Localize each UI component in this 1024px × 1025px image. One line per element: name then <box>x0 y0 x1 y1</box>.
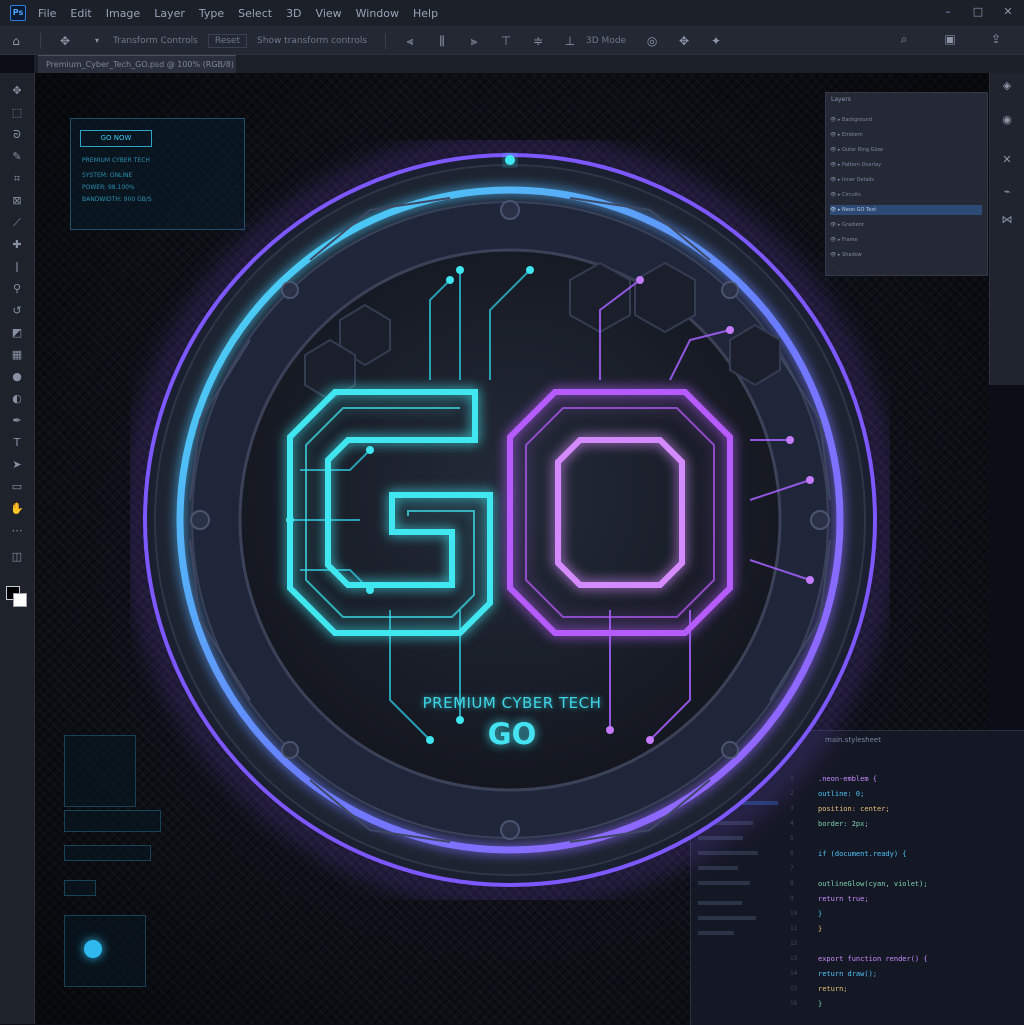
quick-mask-icon[interactable]: ◫ <box>9 549 25 565</box>
line-number: 14 <box>790 970 798 977</box>
pen-icon[interactable]: ✒ <box>9 413 25 429</box>
panel-dock: ◈ ◉ ✕ ⌁ ⋈ <box>989 73 1024 385</box>
history-brush-icon[interactable]: ↺ <box>9 303 25 319</box>
menu-help[interactable]: Help <box>413 7 438 20</box>
menu-window[interactable]: Window <box>356 7 399 20</box>
emblem-subtitle: GO <box>487 717 537 751</box>
workspace-icon[interactable]: ▣ <box>943 32 957 46</box>
hud-line: POWER: 98.100% <box>82 184 135 191</box>
move-tool-icon[interactable]: ✥ <box>58 34 72 48</box>
align-left-icon[interactable]: ⫷ <box>403 34 417 48</box>
healing-icon[interactable]: ✚ <box>9 237 25 253</box>
pan-icon[interactable]: ✦ <box>709 34 723 48</box>
menu-view[interactable]: View <box>316 7 342 20</box>
layer-row[interactable]: 👁 ▸ Background <box>830 115 982 125</box>
blur-icon[interactable]: ● <box>9 369 25 385</box>
menu-layer[interactable]: Layer <box>154 7 185 20</box>
frame-icon[interactable]: ⊠ <box>9 193 25 209</box>
hud-widget <box>64 915 146 987</box>
options-right: ⌕ ▣ ⇪ <box>888 32 1012 46</box>
quick-select-icon[interactable]: ✎ <box>9 149 25 165</box>
menu-file[interactable]: File <box>38 7 56 20</box>
align-right-icon[interactable]: ⫸ <box>467 34 481 48</box>
dodge-icon[interactable]: ◐ <box>9 391 25 407</box>
type-icon[interactable]: T <box>9 435 25 451</box>
emblem-graphic <box>130 140 890 900</box>
hud-widget <box>64 735 136 807</box>
search-icon[interactable]: ⌕ <box>897 32 911 46</box>
divider <box>385 32 387 49</box>
line-number: 11 <box>790 925 798 932</box>
zoom-icon[interactable]: ⋯ <box>9 523 25 539</box>
align-center-icon[interactable]: ⫼ <box>435 34 449 48</box>
adjustments-icon[interactable]: ◉ <box>1000 113 1014 127</box>
menu-3d[interactable]: 3D <box>286 7 301 20</box>
hand-icon[interactable]: ✋ <box>9 501 25 517</box>
path-select-icon[interactable]: ➤ <box>9 457 25 473</box>
code-line: } <box>818 1000 823 1008</box>
gradient-icon[interactable]: ▦ <box>9 347 25 363</box>
menu-type[interactable]: Type <box>199 7 224 20</box>
shape-icon[interactable]: ▭ <box>9 479 25 495</box>
menu-image[interactable]: Image <box>106 7 140 20</box>
menu-edit[interactable]: Edit <box>70 7 91 20</box>
share-icon[interactable]: ⇪ <box>989 32 1003 46</box>
file-tree-item[interactable] <box>698 916 756 920</box>
brush-icon[interactable]: ǀ <box>9 259 25 275</box>
paths-icon[interactable]: ⌁ <box>1000 185 1014 199</box>
align-middle-icon[interactable]: ≑ <box>531 34 545 48</box>
marquee-icon[interactable]: ⬚ <box>9 105 25 121</box>
layer-row[interactable]: 👁 ▸ Emblem <box>830 130 982 140</box>
line-number: 12 <box>790 940 798 947</box>
file-tree-item[interactable] <box>698 931 734 935</box>
code-line: return; <box>818 985 848 993</box>
eyedropper-icon[interactable]: ⟋ <box>9 215 25 231</box>
maximize-icon[interactable]: □ <box>972 6 984 18</box>
line-number: 15 <box>790 985 798 992</box>
transform-controls-checkbox[interactable]: Transform Controls <box>113 36 198 46</box>
show-transform-checkbox[interactable]: Show transform controls <box>257 36 367 46</box>
chevron-down-icon[interactable]: ▾ <box>90 34 104 48</box>
roll-icon[interactable]: ✥ <box>677 34 691 48</box>
hud-line: SYSTEM: ONLINE <box>82 172 133 179</box>
home-icon[interactable]: ⌂ <box>9 34 23 48</box>
file-tree-item[interactable] <box>698 901 742 905</box>
ring-top-dot <box>505 155 515 165</box>
background-color-swatch[interactable] <box>13 593 27 607</box>
line-number: 13 <box>790 955 798 962</box>
hud-widget <box>64 880 96 896</box>
align-bottom-icon[interactable]: ⊥ <box>563 34 577 48</box>
code-line: } <box>818 925 823 933</box>
properties-icon[interactable]: ✕ <box>1000 153 1014 167</box>
line-number: 10 <box>790 910 798 917</box>
code-line: } <box>818 910 823 918</box>
tab-document[interactable]: Premium_Cyber_Tech_GO.psd @ 100% (RGB/8) <box>38 55 236 73</box>
libraries-icon[interactable]: ◈ <box>1000 79 1014 93</box>
orbit-icon[interactable]: ◎ <box>645 34 659 48</box>
status-light <box>84 940 102 958</box>
tools-panel: ✥ ⬚ ᘐ ✎ ⌗ ⊠ ⟋ ✚ ǀ ⚲ ↺ ◩ ▦ ● ◐ ✒ T ➤ ▭ ✋ … <box>0 73 35 1024</box>
eraser-icon[interactable]: ◩ <box>9 325 25 341</box>
line-number: 16 <box>790 1000 798 1007</box>
divider <box>40 32 41 49</box>
emblem-tagline: PREMIUM CYBER TECH <box>422 694 602 712</box>
reset-dropdown[interactable]: Reset <box>207 33 248 48</box>
menu-bar: Ps File Edit Image Layer Type Select 3D … <box>0 0 1024 27</box>
window-controls: – □ ✕ <box>942 6 1014 18</box>
menu-select[interactable]: Select <box>238 7 272 20</box>
stamp-icon[interactable]: ⚲ <box>9 281 25 297</box>
code-line: export function render() { <box>818 955 928 963</box>
code-line: return draw(); <box>818 970 878 978</box>
options-bar: ⌂ ✥ ▾ Transform Controls Reset Show tran… <box>0 27 1024 55</box>
move-icon[interactable]: ✥ <box>9 83 25 99</box>
3d-mode-label: 3D Mode <box>586 35 627 46</box>
layers-panel-title: Layers <box>831 96 851 103</box>
align-top-icon[interactable]: ⊤ <box>499 34 513 48</box>
app-logo: Ps <box>10 5 26 21</box>
crop-icon[interactable]: ⌗ <box>9 171 25 187</box>
channels-icon[interactable]: ⋈ <box>1000 213 1014 227</box>
close-icon[interactable]: ✕ <box>1002 6 1014 18</box>
lasso-icon[interactable]: ᘐ <box>9 127 25 143</box>
minimize-icon[interactable]: – <box>942 6 954 18</box>
